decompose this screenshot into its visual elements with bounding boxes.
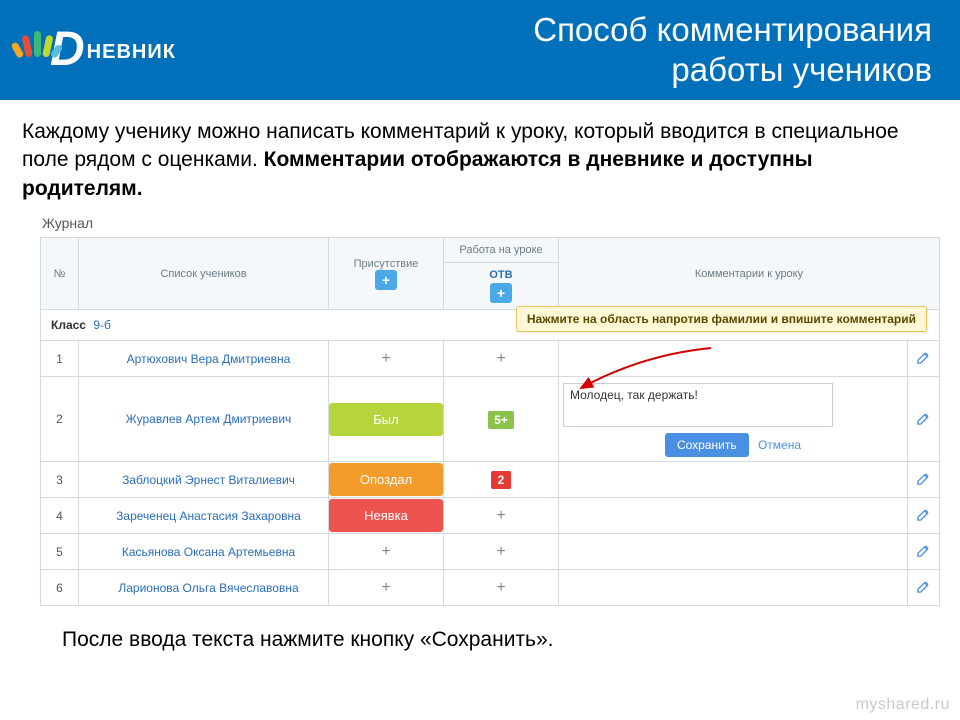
col-comments: Комментарии к уроку: [559, 238, 940, 310]
table-row: 6 Ларионова Ольга Вячеславовна + +: [41, 570, 940, 606]
table-row: 3 Заблоцкий Эрнест Виталиевич Опоздал 2: [41, 462, 940, 498]
row-num: 3: [41, 462, 79, 498]
comment-cell[interactable]: [559, 498, 908, 534]
slide-header: D НЕВНИК Способ комментирования работы у…: [0, 0, 960, 100]
work-cell[interactable]: +: [444, 341, 559, 377]
attendance-badge: Неявка: [329, 499, 443, 532]
comment-cell[interactable]: [559, 570, 908, 606]
student-link[interactable]: Журавлев Артем Дмитриевич: [126, 412, 292, 426]
grade-badge: 2: [491, 471, 512, 489]
table-row: 5 Касьянова Оксана Артемьевна + +: [41, 534, 940, 570]
student-link[interactable]: Ларионова Ольга Вячеславовна: [118, 581, 298, 595]
attendance-cell[interactable]: Неявка: [329, 498, 444, 534]
student-link[interactable]: Зареченец Анастасия Захаровна: [116, 509, 301, 523]
plus-mark: +: [496, 350, 505, 367]
hint-tooltip: Нажмите на область напротив фамилии и вп…: [516, 306, 927, 332]
pencil-icon: [916, 471, 931, 486]
attendance-cell[interactable]: +: [329, 534, 444, 570]
plus-mark: +: [381, 350, 390, 367]
edit-cell[interactable]: [908, 570, 940, 606]
pencil-icon: [916, 350, 931, 365]
table-row: 4 Зареченец Анастасия Захаровна Неявка +: [41, 498, 940, 534]
col-students: Список учеников: [79, 238, 329, 310]
class-row: Класс 9-б Нажмите на область напротив фа…: [41, 310, 940, 341]
comment-cell[interactable]: Сохранить Отмена: [559, 377, 908, 462]
student-link[interactable]: Касьянова Оксана Артемьевна: [122, 545, 295, 559]
slide-title-line2: работы учеников: [671, 51, 932, 88]
work-cell[interactable]: +: [444, 498, 559, 534]
plus-mark: +: [496, 579, 505, 596]
grade-badge: 5+: [488, 411, 514, 429]
pencil-icon: [916, 411, 931, 426]
table-row: 1 Артюхович Вера Дмитриевна + +: [41, 341, 940, 377]
row-num: 5: [41, 534, 79, 570]
pencil-icon: [916, 579, 931, 594]
edit-cell[interactable]: [908, 377, 940, 462]
plus-mark: +: [496, 543, 505, 560]
attendance-badge: Был: [329, 403, 443, 436]
edit-cell[interactable]: [908, 341, 940, 377]
comment-cell[interactable]: [559, 534, 908, 570]
work-add-button[interactable]: +: [490, 283, 512, 303]
col-no: №: [41, 238, 79, 310]
journal-grid: № Список учеников Присутствие + Работа н…: [0, 237, 960, 606]
attendance-cell[interactable]: +: [329, 570, 444, 606]
class-value: 9-б: [93, 318, 111, 332]
work-cell[interactable]: 5+: [444, 377, 559, 462]
logo-text: НЕВНИК: [87, 41, 176, 64]
class-label: Класс: [51, 318, 86, 332]
pencil-icon: [916, 507, 931, 522]
work-cell[interactable]: +: [444, 534, 559, 570]
attendance-cell[interactable]: +: [329, 341, 444, 377]
watermark: myshared.ru: [856, 696, 950, 714]
plus-mark: +: [381, 579, 390, 596]
plus-mark: +: [496, 507, 505, 524]
attendance-badge: Опоздал: [329, 463, 443, 496]
slide-title: Способ комментирования работы учеников: [533, 10, 960, 89]
col-attendance: Присутствие +: [329, 238, 444, 310]
comment-cell[interactable]: [559, 462, 908, 498]
work-cell[interactable]: +: [444, 570, 559, 606]
comment-input[interactable]: [563, 383, 833, 427]
edit-cell[interactable]: [908, 534, 940, 570]
cancel-button[interactable]: Отмена: [758, 438, 801, 452]
col-work-group: Работа на уроке: [444, 238, 559, 263]
footer-note: После ввода текста нажмите кнопку «Сохра…: [0, 606, 960, 652]
row-num: 4: [41, 498, 79, 534]
edit-cell[interactable]: [908, 498, 940, 534]
logo-hand-icon: [18, 15, 56, 57]
attendance-cell[interactable]: Был: [329, 377, 444, 462]
logo: D НЕВНИК: [0, 26, 176, 74]
col-attendance-label: Присутствие: [354, 258, 419, 270]
save-button[interactable]: Сохранить: [665, 433, 749, 457]
comment-cell[interactable]: [559, 341, 908, 377]
work-cell[interactable]: 2: [444, 462, 559, 498]
student-link[interactable]: Заблоцкий Эрнест Виталиевич: [122, 473, 295, 487]
plus-mark: +: [381, 543, 390, 560]
col-work-sub: ОТВ +: [444, 263, 559, 310]
row-num: 1: [41, 341, 79, 377]
attendance-cell[interactable]: Опоздал: [329, 462, 444, 498]
table-row: 2 Журавлев Артем Дмитриевич Был 5+ Сохра…: [41, 377, 940, 462]
attendance-add-button[interactable]: +: [375, 270, 397, 290]
pencil-icon: [916, 543, 931, 558]
journal-label: Журнал: [0, 211, 960, 237]
row-num: 6: [41, 570, 79, 606]
intro-text: Каждому ученику можно написать комментар…: [0, 100, 960, 211]
row-num: 2: [41, 377, 79, 462]
slide-title-line1: Способ комментирования: [533, 11, 932, 48]
edit-cell[interactable]: [908, 462, 940, 498]
col-work-sub-label: ОТВ: [448, 269, 554, 281]
student-link[interactable]: Артюхович Вера Дмитриевна: [127, 352, 291, 366]
